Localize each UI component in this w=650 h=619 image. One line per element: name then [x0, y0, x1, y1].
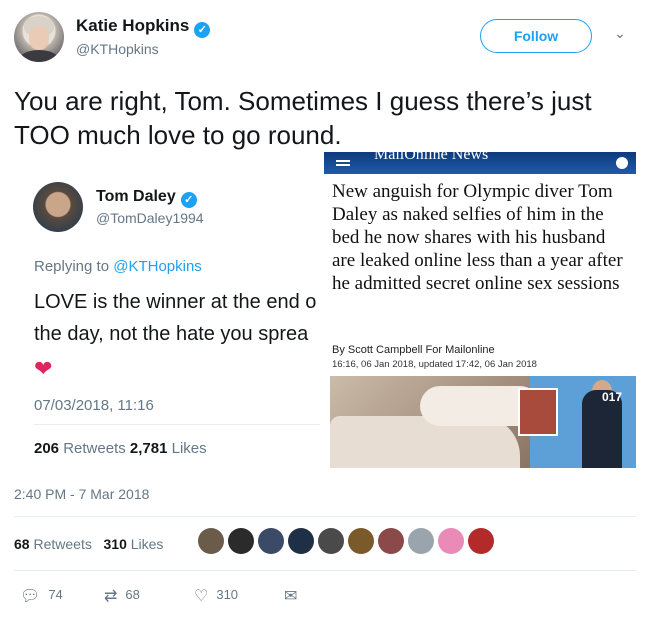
verified-icon: ✓	[180, 192, 197, 208]
tweet-stats: 68 Retweets 310 Likes	[14, 536, 163, 552]
embedded-retweets-label: Retweets	[63, 440, 126, 457]
embedded-likes-count: 2,781	[129, 440, 168, 457]
liker-avatar[interactable]	[438, 528, 464, 554]
reply-button[interactable]: 💬︎ 74	[20, 586, 63, 606]
embedded-avatar	[33, 182, 83, 232]
embedded-author-name: Tom Daley ✓	[96, 188, 197, 208]
verified-icon: ✓	[194, 22, 211, 38]
news-headline: New anguish for Olympic diver Tom Daley …	[332, 181, 623, 294]
embedded-tweet-screenshot: Tom Daley ✓ @TomDaley1994 Replying to @KT…	[14, 152, 324, 472]
replying-mention: @KTHopkins	[113, 258, 202, 275]
menu-icon	[336, 160, 350, 162]
embedded-date: 07/03/2018, 11:16	[34, 397, 154, 414]
embedded-tweet-text: LOVE is the winner at the end o the day,…	[34, 286, 324, 350]
retweet-count: 68	[125, 587, 140, 602]
like-button[interactable]: ♡ 310	[194, 586, 238, 606]
author-handle[interactable]: @KTHopkins	[76, 41, 159, 57]
account-icon	[616, 157, 628, 169]
masthead-title: MailOnline News	[374, 152, 489, 163]
divider	[14, 516, 636, 517]
liker-avatar[interactable]	[378, 528, 404, 554]
retweet-icon: ⇄	[104, 588, 118, 605]
embedded-author-name-text: Tom Daley	[96, 188, 176, 205]
tweet-timestamp[interactable]: 2:40 PM - 7 Mar 2018	[14, 486, 149, 502]
divider	[34, 424, 320, 425]
tweet-text: You are right, Tom. Sometimes I guess th…	[14, 86, 592, 150]
embedded-retweets-count: 206	[34, 440, 60, 457]
embedded-text-line1: LOVE is the winner at the end o	[34, 291, 317, 313]
divider	[14, 570, 636, 571]
news-byline: By Scott Campbell For Mailonline	[332, 344, 495, 356]
liker-avatar[interactable]	[408, 528, 434, 554]
envelope-icon: ✉	[284, 588, 298, 605]
embedded-likes-label: Likes	[171, 440, 207, 457]
reply-count: 74	[48, 587, 63, 602]
liker-avatar[interactable]	[258, 528, 284, 554]
photo-label: 017	[602, 390, 623, 404]
news-dateline: 16:16, 06 Jan 2018, updated 17:42, 06 Ja…	[332, 359, 537, 370]
heart-icon: ♡	[194, 588, 209, 605]
embedded-stats: 206 Retweets 2,781 Likes	[34, 440, 207, 457]
reply-icon: 💬︎	[20, 588, 41, 605]
liker-avatar[interactable]	[198, 528, 224, 554]
liker-avatar[interactable]	[288, 528, 314, 554]
news-article-screenshot: MailOnline News New anguish for Olympic …	[324, 152, 636, 472]
retweets-count[interactable]: 68	[14, 536, 30, 552]
liker-avatar[interactable]	[468, 528, 494, 554]
author-name-text[interactable]: Katie Hopkins	[76, 16, 189, 35]
liker-avatar[interactable]	[228, 528, 254, 554]
embedded-text-line2: the day, not the hate you sprea	[34, 323, 309, 345]
photo-inset	[518, 388, 558, 436]
avatar-face	[29, 26, 49, 50]
direct-message-button[interactable]: ✉	[284, 586, 305, 606]
likes-label[interactable]: Likes	[131, 536, 164, 552]
embedded-author-handle: @TomDaley1994	[96, 210, 204, 226]
news-photo: 017 ›	[330, 376, 636, 468]
author-name[interactable]: Katie Hopkins ✓	[76, 16, 211, 38]
follow-button[interactable]: Follow	[480, 19, 592, 53]
chevron-down-icon[interactable]: ⌄	[614, 25, 626, 42]
avatar-body	[19, 50, 59, 62]
liker-avatar[interactable]	[318, 528, 344, 554]
avatar[interactable]	[14, 12, 64, 62]
replying-prefix: Replying to	[34, 258, 114, 275]
replying-to: Replying to @KTHopkins	[34, 258, 202, 275]
like-count: 310	[216, 587, 239, 602]
red-heart-icon: ❤	[34, 356, 53, 381]
tweet-header: Katie Hopkins ✓ @KTHopkins Follow ⌄	[14, 12, 636, 64]
likes-count[interactable]: 310	[104, 536, 127, 552]
retweets-label[interactable]: Retweets	[33, 536, 91, 552]
liker-avatar[interactable]	[348, 528, 374, 554]
retweet-button[interactable]: ⇄ 68	[104, 586, 140, 606]
embedded-image[interactable]: Tom Daley ✓ @TomDaley1994 Replying to @KT…	[14, 152, 636, 472]
news-masthead: MailOnline News	[324, 152, 636, 174]
